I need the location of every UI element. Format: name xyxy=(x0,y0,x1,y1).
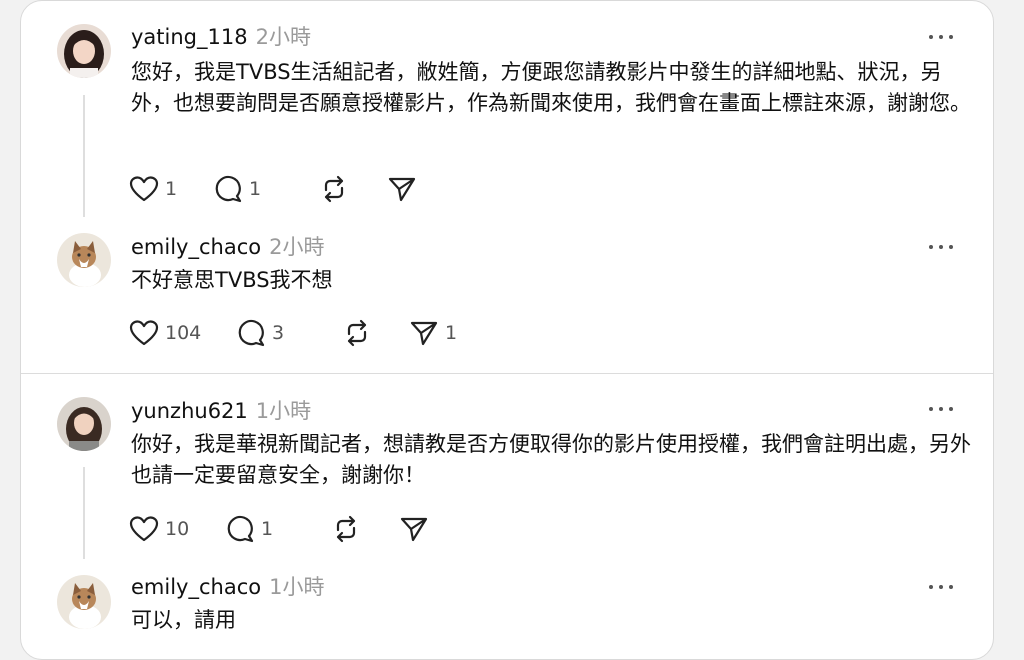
comment-icon xyxy=(215,175,242,203)
share-button[interactable] xyxy=(399,514,429,544)
share-icon xyxy=(410,321,438,346)
share-button[interactable]: 1 xyxy=(409,318,457,348)
post-header: emily_chaco 1小時 xyxy=(131,571,324,601)
repost-button[interactable] xyxy=(342,318,372,348)
avatar[interactable] xyxy=(57,575,111,629)
comment-button[interactable]: 1 xyxy=(213,174,261,204)
repost-icon xyxy=(336,515,356,543)
avatar[interactable] xyxy=(57,397,111,451)
more-icon[interactable] xyxy=(929,237,953,257)
post-text: 你好，我是華視新聞記者，想請教是否方便取得你的影片使用授權，我們會註明出處，另外… xyxy=(131,432,971,487)
reply-count: 3 xyxy=(272,322,285,344)
thread-line xyxy=(83,467,85,559)
like-count: 10 xyxy=(165,518,190,540)
post-header: yating_118 2小時 xyxy=(131,21,311,51)
post-header: emily_chaco 2小時 xyxy=(131,231,324,261)
post-text: 您好，我是TVBS生活組記者，敝姓簡，方便跟您請教影片中發生的詳細地點、狀況，另… xyxy=(131,60,971,115)
post-text: 可以，請用 xyxy=(131,608,236,632)
more-icon[interactable] xyxy=(929,577,953,597)
repost-icon xyxy=(347,319,367,347)
timestamp[interactable]: 1小時 xyxy=(269,575,324,599)
username[interactable]: emily_chaco xyxy=(131,235,261,259)
thread-line xyxy=(83,95,85,217)
username[interactable]: yating_118 xyxy=(131,25,248,49)
like-button[interactable]: 1 xyxy=(129,174,177,204)
username[interactable]: emily_chaco xyxy=(131,575,261,599)
comment-icon xyxy=(227,515,254,543)
repost-button[interactable] xyxy=(331,514,361,544)
share-count: 1 xyxy=(445,322,458,344)
share-icon xyxy=(388,177,416,202)
like-count: 104 xyxy=(165,322,202,344)
like-button[interactable]: 104 xyxy=(129,318,201,348)
share-button[interactable] xyxy=(387,174,417,204)
timestamp[interactable]: 2小時 xyxy=(256,25,311,49)
comment-button[interactable]: 1 xyxy=(225,514,273,544)
post-header: yunzhu621 1小時 xyxy=(131,395,311,425)
comment-icon xyxy=(238,319,265,347)
reply-count: 1 xyxy=(249,178,262,200)
heart-icon xyxy=(129,516,159,542)
share-icon xyxy=(400,517,428,542)
timestamp[interactable]: 1小時 xyxy=(256,399,311,423)
comment-button[interactable]: 3 xyxy=(236,318,284,348)
more-icon[interactable] xyxy=(929,399,953,419)
avatar[interactable] xyxy=(57,24,111,78)
post-text: 不好意思TVBS我不想 xyxy=(131,268,333,292)
thread-card: yating_118 2小時 您好，我是TVBS生活組記者，敝姓簡，方便跟您請教影… xyxy=(20,0,994,660)
heart-icon xyxy=(129,320,159,346)
divider xyxy=(21,373,993,374)
repost-icon xyxy=(324,175,344,203)
heart-icon xyxy=(129,176,159,202)
avatar[interactable] xyxy=(57,233,111,287)
reply-count: 1 xyxy=(261,518,274,540)
more-icon[interactable] xyxy=(929,27,953,47)
repost-button[interactable] xyxy=(319,174,349,204)
username[interactable]: yunzhu621 xyxy=(131,399,248,423)
like-count: 1 xyxy=(165,178,178,200)
like-button[interactable]: 10 xyxy=(129,514,189,544)
timestamp[interactable]: 2小時 xyxy=(269,235,324,259)
